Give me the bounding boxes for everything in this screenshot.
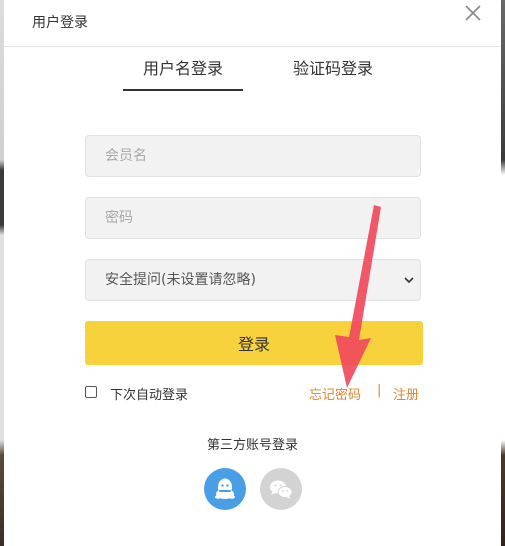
security-question-select[interactable]: 安全提问(未设置请忽略) xyxy=(85,259,421,301)
password-input[interactable] xyxy=(85,197,421,239)
username-input[interactable] xyxy=(85,135,421,177)
dialog-header: 用户登录 xyxy=(4,0,501,47)
close-button[interactable] xyxy=(464,4,482,22)
wechat-login-button[interactable] xyxy=(260,468,302,510)
tab-username-login[interactable]: 用户名登录 xyxy=(123,47,243,91)
login-button[interactable]: 登录 xyxy=(85,321,423,365)
login-dialog: 用户登录 用户名登录 验证码登录 安全提问(未设置请忽略) 登录 下次自动登录 … xyxy=(4,0,501,546)
qq-login-button[interactable] xyxy=(204,468,246,510)
login-tabs: 用户名登录 验证码登录 xyxy=(4,47,501,91)
remember-label[interactable]: 下次自动登录 xyxy=(110,384,188,403)
link-separator: | xyxy=(377,383,382,398)
dialog-title: 用户登录 xyxy=(32,15,88,31)
wechat-icon xyxy=(270,480,293,499)
remember-checkbox[interactable] xyxy=(85,386,97,398)
forgot-password-link[interactable]: 忘记密码 xyxy=(309,384,361,403)
background-right-edge xyxy=(501,0,505,546)
register-link[interactable]: 注册 xyxy=(393,384,419,403)
tab-code-login[interactable]: 验证码登录 xyxy=(268,47,398,89)
third-party-title: 第三方账号登录 xyxy=(206,438,298,453)
qq-icon xyxy=(215,478,235,499)
close-icon xyxy=(465,5,481,21)
